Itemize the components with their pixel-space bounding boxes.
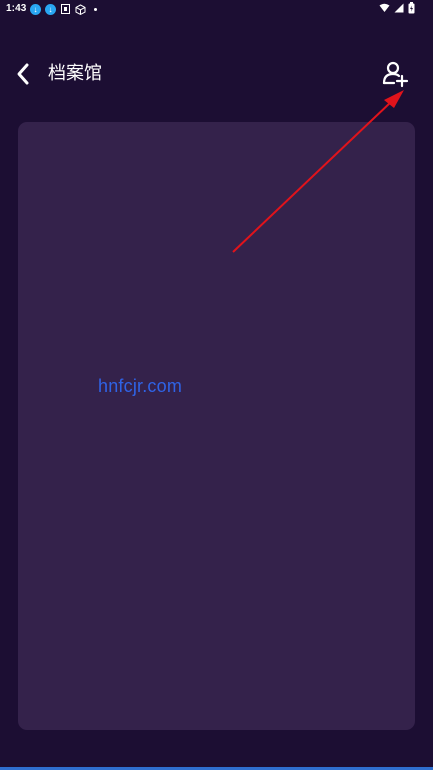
back-button[interactable] [12, 61, 36, 87]
status-notification-icons: ↓ ↓ [30, 3, 101, 15]
status-time: 1:43 [6, 3, 27, 14]
wifi-icon [379, 3, 390, 16]
battery-icon [408, 1, 415, 17]
archive-content-card [18, 122, 415, 730]
sim-icon [60, 4, 71, 15]
cube-icon [75, 3, 86, 15]
status-system-icons [379, 1, 415, 17]
page-title: 档案馆 [48, 63, 102, 84]
add-user-button[interactable] [380, 60, 410, 88]
dot-icon [90, 4, 101, 15]
status-bar: 1:43 ↓ ↓ [0, 0, 433, 18]
screen: 1:43 ↓ ↓ 档案馆 hnfcjr.com [0, 0, 433, 770]
download-icon: ↓ [30, 3, 41, 15]
chevron-left-icon [17, 63, 29, 85]
add-user-icon [382, 61, 409, 88]
download-icon: ↓ [45, 3, 56, 15]
signal-icon [394, 3, 404, 16]
watermark-text: hnfcjr.com [98, 376, 183, 396]
app-header: 档案馆 [0, 52, 433, 96]
